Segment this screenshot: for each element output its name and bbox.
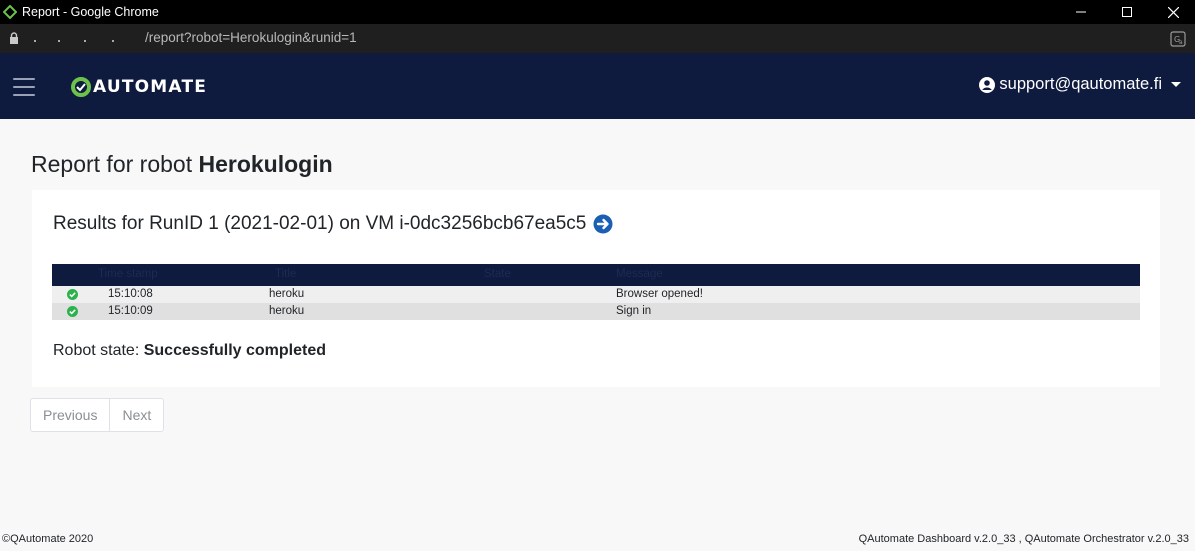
redacted-mark: [34, 40, 36, 42]
arrow-circle-right-icon[interactable]: [593, 214, 613, 234]
check-circle-icon: [67, 306, 78, 317]
close-window-button[interactable]: [1150, 0, 1195, 24]
hamburger-line: [13, 86, 35, 88]
check-circle-icon: [67, 289, 78, 300]
hamburger-line: [13, 94, 35, 96]
redacted-mark: [58, 40, 60, 42]
robot-state-label: Robot state:: [53, 342, 140, 359]
column-header-state: State: [484, 268, 511, 280]
table-row: 15:10:09 heroku Sign in: [52, 303, 1140, 320]
footer-copyright: ©QAutomate 2020: [2, 533, 94, 545]
row-title: heroku: [269, 305, 305, 317]
minimize-icon: [1076, 11, 1086, 13]
translate-icon[interactable]: G a: [1170, 31, 1186, 47]
robot-name: Herokulogin: [198, 151, 333, 177]
pagination: Previous Next: [30, 398, 165, 432]
report-card: Results for RunID 1 (2021-02-01) on VM i…: [32, 190, 1160, 387]
lock-icon: [10, 32, 18, 44]
page-title-prefix: Report for robot: [31, 151, 193, 177]
logo-text: AUTOMATE: [93, 77, 208, 97]
menu-toggle-button[interactable]: [13, 78, 35, 96]
row-message: Sign in: [616, 305, 652, 317]
row-timestamp: 15:10:08: [108, 288, 153, 300]
svg-text:a: a: [1179, 39, 1183, 46]
column-header-message: Message: [616, 268, 663, 280]
chevron-down-icon: [1171, 82, 1181, 87]
user-email: support@qautomate.fi: [999, 75, 1162, 93]
next-button[interactable]: Next: [109, 399, 163, 431]
close-icon: [1167, 6, 1179, 18]
results-heading-text: Results for RunID 1 (2021-02-01) on VM i…: [53, 213, 587, 234]
column-header-timestamp: Time stamp: [98, 268, 158, 280]
row-title: heroku: [269, 288, 305, 300]
user-menu[interactable]: support@qautomate.fi: [979, 75, 1181, 94]
row-timestamp: 15:10:09: [108, 305, 153, 317]
column-header-title: Title: [275, 268, 297, 280]
hamburger-line: [13, 78, 35, 80]
qautomate-logo-q-icon: [71, 77, 91, 97]
minimize-button[interactable]: [1058, 0, 1104, 24]
window-title: Report - Google Chrome: [22, 5, 159, 19]
qautomate-logo[interactable]: AUTOMATE: [70, 75, 207, 99]
redacted-mark: [84, 40, 86, 42]
maximize-button[interactable]: [1104, 0, 1150, 24]
user-circle-icon: [979, 76, 996, 93]
robot-state-value: Successfully completed: [143, 342, 327, 359]
previous-button[interactable]: Previous: [31, 399, 109, 431]
maximize-icon: [1122, 7, 1132, 17]
url-text[interactable]: /report?robot=Herokulogin&runid=1: [145, 30, 357, 45]
redacted-mark: [112, 40, 114, 42]
table-header: Time stamp Title State Message: [52, 264, 1140, 286]
app-navbar: AUTOMATE support@qautomate.fi: [0, 53, 1195, 119]
results-heading: Results for RunID 1 (2021-02-01) on VM i…: [53, 213, 613, 235]
row-message: Browser opened!: [616, 288, 703, 300]
qautomate-favicon-icon: [3, 5, 17, 19]
log-table: Time stamp Title State Message 15:10:08 …: [52, 264, 1140, 320]
address-bar[interactable]: /report?robot=Herokulogin&runid=1 G a: [0, 24, 1195, 53]
table-row: 15:10:08 heroku Browser opened!: [52, 286, 1140, 303]
page-title: Report for robot Herokulogin: [31, 151, 333, 178]
robot-state: Robot state: Successfully completed: [53, 342, 326, 360]
browser-title-bar: Report - Google Chrome: [0, 0, 1195, 24]
footer-versions: QAutomate Dashboard v.2.0_33 , QAutomate…: [858, 533, 1189, 545]
